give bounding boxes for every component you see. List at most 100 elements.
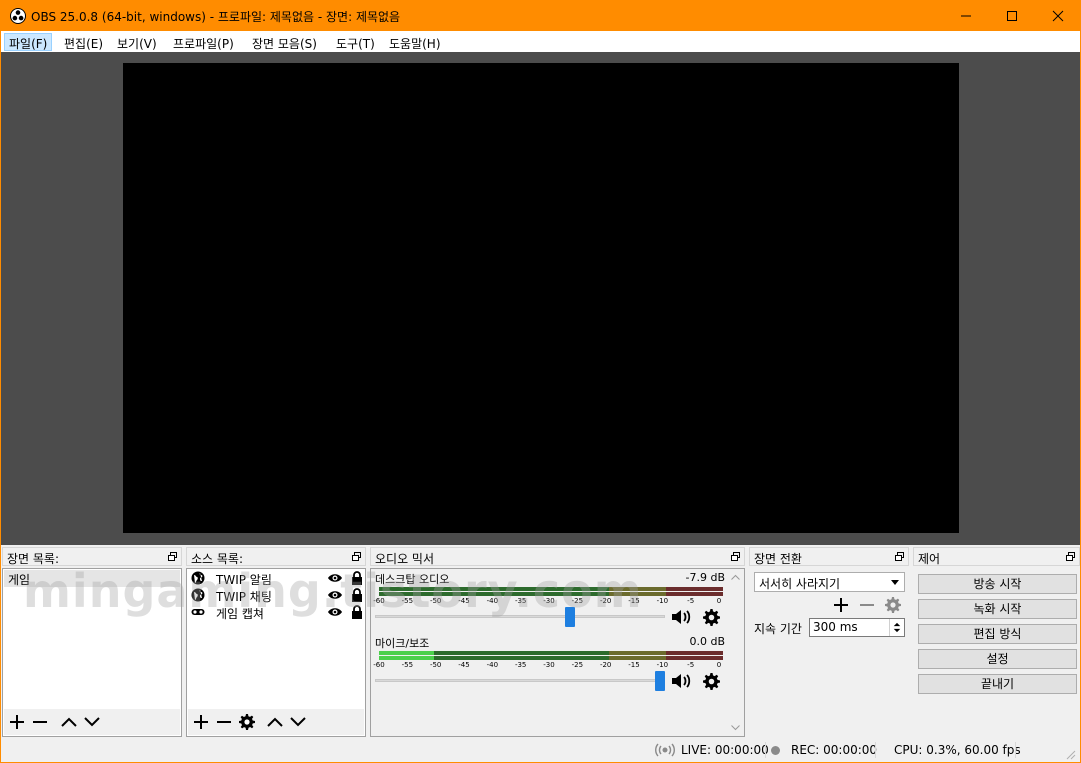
sources-title: 소스 목록:: [191, 552, 244, 566]
maximize-icon: [1007, 11, 1017, 21]
resize-grip-icon[interactable]: [1064, 748, 1076, 760]
controls-header: 제어: [913, 547, 1080, 566]
mixer-body: 데스크탑 오디오 -7.9 dB -60 -55 -50 -45 -40 -35 -30 -2…: [370, 568, 745, 737]
meter-tick-label: -40: [486, 661, 499, 669]
plus-icon: [194, 715, 208, 729]
move-source-down-button[interactable]: [288, 712, 308, 732]
source-label: TWIP 채팅: [216, 590, 272, 604]
gear-icon[interactable]: [703, 673, 720, 690]
add-source-button[interactable]: [191, 712, 211, 732]
broadcast-icon: [655, 743, 675, 757]
meter-tick-label: -30: [543, 661, 555, 669]
lock-icon[interactable]: [351, 605, 363, 619]
meter-tick-label: -45: [458, 661, 470, 669]
sources-dock: 소스 목록: TWIP 알림 TWIP 채팅 게임 캡쳐: [186, 547, 366, 737]
rec-status: REC: 00:00:00: [791, 743, 878, 757]
volume-slider-track[interactable]: [375, 615, 665, 618]
duration-value: 300 ms: [813, 620, 858, 634]
visibility-eye-icon[interactable]: [327, 589, 343, 601]
menu-file[interactable]: 파일(F): [4, 33, 53, 51]
mixer-channel: 마이크/보조 0.0 dB -60 -55 -50 -45 -40 -35 -30 -25 -2…: [373, 635, 725, 695]
chevron-up-icon: [267, 717, 283, 727]
studio-mode-button[interactable]: 편집 방식: [918, 624, 1077, 644]
mixer-scrollbar[interactable]: [728, 570, 743, 735]
volume-slider-handle[interactable]: [565, 607, 576, 627]
move-scene-up-button[interactable]: [59, 712, 79, 732]
undock-icon[interactable]: [895, 552, 904, 561]
visibility-eye-icon[interactable]: [327, 572, 343, 584]
transitions-header: 장면 전환: [749, 547, 909, 566]
source-properties-button[interactable]: [237, 712, 257, 732]
undock-icon[interactable]: [168, 552, 177, 561]
lock-icon[interactable]: [351, 571, 363, 585]
meter-tick-label: -40: [486, 597, 499, 605]
transition-properties-button[interactable]: [884, 596, 902, 614]
status-separator: [1015, 742, 1016, 758]
remove-transition-button[interactable]: [858, 596, 876, 614]
duration-spinbox[interactable]: 300 ms: [809, 618, 905, 637]
title-bar[interactable]: OBS 25.0.8 (64-bit, windows) - 프로파일: 제목없…: [1, 1, 1080, 31]
live-status: LIVE: 00:00:00: [681, 743, 769, 757]
mixer-title: 오디오 믹서: [375, 552, 435, 566]
menu-tools[interactable]: 도구(T): [331, 33, 380, 51]
exit-button[interactable]: 끝내기: [918, 674, 1077, 694]
lock-icon[interactable]: [351, 588, 363, 602]
meter-tick-label: -10: [656, 597, 669, 605]
volume-slider-track[interactable]: [375, 679, 665, 682]
gear-icon: [239, 714, 255, 730]
undock-icon[interactable]: [1066, 552, 1075, 561]
globe-icon: [191, 588, 205, 602]
scenes-header: 장면 목록:: [2, 547, 182, 566]
maximize-button[interactable]: [989, 1, 1035, 31]
meter-tick-label: -20: [599, 661, 612, 669]
speaker-icon[interactable]: [671, 672, 693, 690]
source-item[interactable]: 게임 캡쳐: [188, 604, 364, 621]
meter-tick-label: -55: [401, 661, 414, 669]
minimize-button[interactable]: [943, 1, 989, 31]
undock-icon[interactable]: [352, 552, 361, 561]
start-recording-button[interactable]: 녹화 시작: [918, 599, 1077, 619]
gamepad-icon: [191, 609, 205, 615]
meter-tick-label: -15: [628, 661, 640, 669]
menu-view[interactable]: 보기(V): [112, 33, 162, 51]
spin-arrows-icon[interactable]: [889, 619, 904, 636]
source-item[interactable]: TWIP 알림: [188, 570, 364, 587]
undock-icon[interactable]: [731, 552, 740, 561]
record-dot-icon: [771, 746, 780, 755]
scenes-title: 장면 목록:: [7, 552, 60, 566]
scroll-down-icon[interactable]: [731, 725, 740, 731]
gear-icon[interactable]: [703, 609, 720, 626]
start-streaming-button[interactable]: 방송 시작: [918, 574, 1077, 594]
move-source-up-button[interactable]: [265, 712, 285, 732]
menu-edit[interactable]: 편집(E): [59, 33, 108, 51]
sources-list: TWIP 알림 TWIP 채팅 게임 캡쳐: [186, 568, 366, 737]
add-scene-button[interactable]: [7, 712, 27, 732]
menu-profile[interactable]: 프로파일(P): [168, 33, 239, 51]
scroll-up-icon[interactable]: [731, 574, 740, 580]
meter-tick-label: -30: [543, 597, 555, 605]
menu-help[interactable]: 도움말(H): [384, 33, 446, 51]
status-separator: [765, 742, 766, 758]
visibility-eye-icon[interactable]: [327, 606, 343, 618]
volume-slider-handle[interactable]: [655, 671, 665, 691]
remove-scene-button[interactable]: [30, 712, 50, 732]
add-transition-button[interactable]: [832, 596, 850, 614]
controls-dock: 제어 방송 시작 녹화 시작 편집 방식 설정 끝내기: [913, 547, 1080, 737]
meter-scale: -60 -55 -50 -45 -40 -35 -30 -25 -20 -15 -10 -5 0: [373, 597, 725, 607]
meter-tick-label: -20: [599, 597, 612, 605]
channel-db-readout: 0.0 dB: [689, 635, 725, 648]
source-item[interactable]: TWIP 채팅: [188, 587, 364, 604]
transition-select[interactable]: 서서히 사라지기: [754, 572, 905, 592]
close-button[interactable]: [1035, 1, 1081, 31]
menu-scene-collection[interactable]: 장면 모음(S): [247, 33, 322, 51]
preview-canvas[interactable]: [123, 63, 959, 533]
remove-source-button[interactable]: [214, 712, 234, 732]
move-scene-down-button[interactable]: [82, 712, 102, 732]
speaker-icon[interactable]: [671, 608, 693, 626]
settings-button[interactable]: 설정: [918, 649, 1077, 669]
minimize-icon: [961, 15, 971, 17]
scene-item[interactable]: 게임: [4, 570, 180, 587]
meter-tick-label: -15: [628, 597, 640, 605]
source-label: TWIP 알림: [216, 573, 272, 587]
mixer-header: 오디오 믹서: [370, 547, 745, 566]
